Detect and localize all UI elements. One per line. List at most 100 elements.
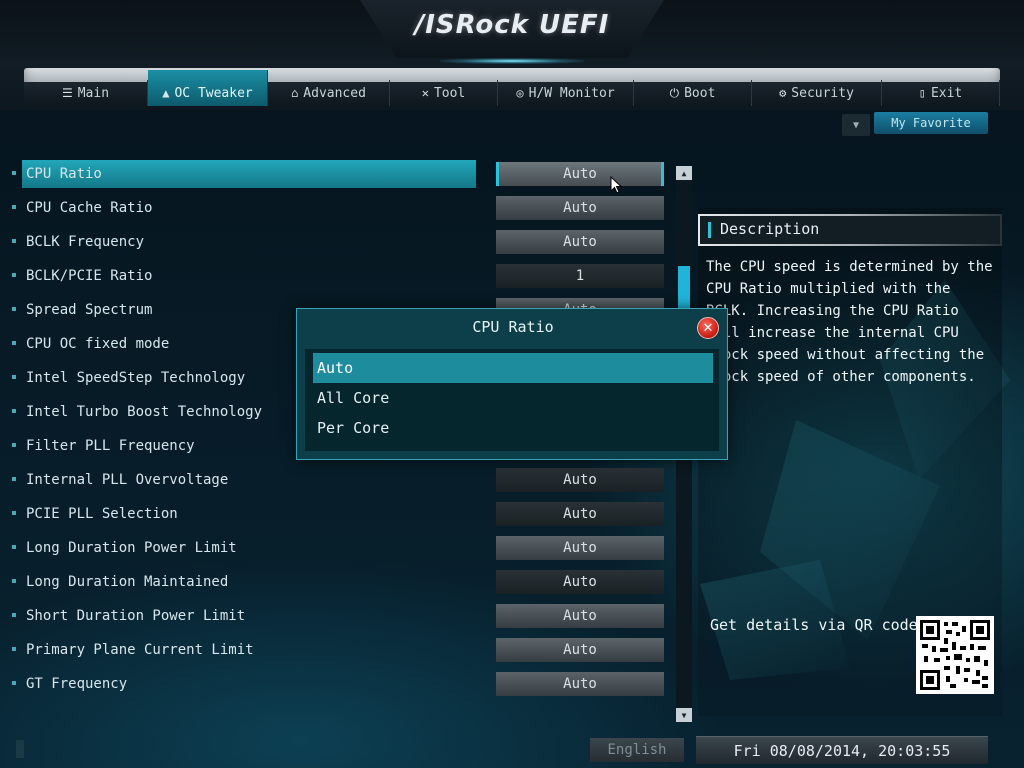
tab-label: Advanced [303, 85, 366, 101]
bullet-icon [12, 443, 16, 447]
setting-label: CPU Ratio [26, 166, 102, 182]
setting-label: Long Duration Maintained [26, 574, 229, 590]
setting-row[interactable]: CPU Cache Ratio Auto [10, 194, 670, 228]
bullet-icon [12, 545, 16, 549]
tab-icon: ◎ [516, 86, 524, 100]
tab-label: Exit [930, 85, 963, 101]
dialog-option-all-core[interactable]: All Core [313, 383, 713, 413]
bullet-icon [12, 375, 16, 379]
tab-icon: ✕ [421, 86, 429, 100]
dialog-option-list: Auto All Core Per Core [305, 349, 719, 451]
setting-row[interactable]: CPU Ratio Auto [10, 160, 670, 194]
qr-code-label: Get details via QR code [710, 616, 918, 634]
tab-icon: ⏻ [669, 85, 680, 100]
tab-boot[interactable]: ⏻ Boot [634, 80, 752, 106]
bullet-icon [12, 171, 16, 175]
bullet-icon [12, 239, 16, 243]
language-button[interactable]: English [590, 738, 684, 762]
setting-value-dropdown[interactable]: Auto [496, 196, 664, 220]
date-time-display: Fri 08/08/2014, 20:03:55 [696, 736, 988, 764]
setting-row[interactable]: Primary Plane Current Limit Auto [10, 636, 670, 670]
setting-row[interactable]: BCLK Frequency Auto [10, 228, 670, 262]
setting-label: Spread Spectrum [26, 302, 153, 318]
tab-label: Boot [684, 85, 716, 101]
setting-row[interactable]: Internal PLL Overvoltage Auto [10, 466, 670, 500]
tab-advanced[interactable]: ⌂ Advanced [268, 80, 390, 106]
setting-value-dropdown[interactable]: Auto [496, 638, 664, 662]
setting-value-dropdown[interactable]: 1 [496, 264, 664, 288]
setting-row[interactable]: Long Duration Power Limit Auto [10, 534, 670, 568]
description-text: The CPU speed is determined by the CPU R… [706, 259, 993, 385]
cpu-ratio-dialog: CPU Ratio ✕ Auto All Core Per Core [296, 308, 728, 460]
close-icon[interactable]: ✕ [697, 317, 719, 339]
setting-value-dropdown[interactable]: Auto [496, 502, 664, 526]
setting-label: GT Frequency [26, 676, 128, 692]
setting-label: Primary Plane Current Limit [26, 642, 254, 658]
bullet-icon [12, 205, 16, 209]
bullet-icon [12, 613, 16, 617]
setting-label: Internal PLL Overvoltage [26, 472, 229, 488]
tab-label: Tool [433, 85, 466, 101]
logo-glow [440, 58, 584, 64]
setting-label: Intel Turbo Boost Technology [26, 404, 263, 420]
setting-value-dropdown[interactable]: Auto [496, 230, 664, 254]
setting-label: BCLK/PCIE Ratio [26, 268, 153, 284]
footer-indicator [16, 740, 24, 758]
setting-row[interactable]: GT Frequency Auto [10, 670, 670, 704]
favorite-dropdown-icon[interactable]: ▼ [842, 114, 870, 136]
scrollbar-thumb[interactable] [678, 266, 690, 308]
setting-label: CPU OC fixed mode [26, 336, 170, 352]
qr-code [916, 616, 994, 694]
setting-row[interactable]: Short Duration Power Limit Auto [10, 602, 670, 636]
tab-security[interactable]: ⚙ Security [752, 80, 882, 106]
tab-label: OC Tweaker [174, 85, 253, 101]
dialog-title: CPU Ratio [472, 318, 554, 336]
bullet-icon [12, 273, 16, 277]
setting-label: PCIE PLL Selection [26, 506, 178, 522]
tab-exit[interactable]: ▯ Exit [882, 80, 1000, 106]
bullet-icon [12, 681, 16, 685]
setting-row[interactable]: BCLK/PCIE Ratio 1 [10, 262, 670, 296]
tab-h-w-monitor[interactable]: ◎ H/W Monitor [498, 80, 634, 106]
setting-row[interactable]: PCIE PLL Selection Auto [10, 500, 670, 534]
setting-value-dropdown[interactable]: Auto [496, 570, 664, 594]
setting-label: BCLK Frequency [26, 234, 145, 250]
tab-icon: ▯ [918, 86, 926, 100]
tab-icon: ▲ [162, 86, 170, 100]
my-favorite-button[interactable]: My Favorite [874, 112, 988, 134]
tab-label: H/W Monitor [528, 85, 615, 101]
tab-icon: ☰ [61, 86, 73, 100]
tab-tool[interactable]: ✕ Tool [390, 80, 498, 106]
setting-value-dropdown[interactable]: Auto [496, 468, 664, 492]
bullet-icon [12, 579, 16, 583]
setting-row[interactable]: Long Duration Maintained Auto [10, 568, 670, 602]
description-header-marker [708, 222, 711, 238]
scroll-up-icon[interactable]: ▲ [676, 166, 692, 180]
setting-value-dropdown[interactable]: Auto [496, 536, 664, 560]
tab-icon: ⌂ [291, 86, 299, 100]
bullet-icon [12, 341, 16, 345]
bullet-icon [12, 511, 16, 515]
setting-value-dropdown[interactable]: Auto [496, 604, 664, 628]
setting-label: Filter PLL Frequency [26, 438, 195, 454]
tab-oc-tweaker[interactable]: ▲ OC Tweaker [148, 70, 268, 106]
scroll-down-icon[interactable]: ▼ [676, 708, 692, 722]
dialog-option-auto[interactable]: Auto [313, 353, 713, 383]
dialog-option-per-core[interactable]: Per Core [313, 413, 713, 443]
setting-value-dropdown[interactable]: Auto [496, 162, 664, 186]
setting-value-dropdown[interactable]: Auto [496, 672, 664, 696]
qr-code-image [920, 620, 990, 690]
tab-label: Security [791, 85, 854, 101]
bullet-icon [12, 409, 16, 413]
bullet-icon [12, 647, 16, 651]
setting-label: Long Duration Power Limit [26, 540, 237, 556]
app-logo: /ISRock UEFI [414, 10, 610, 40]
description-title: Description [720, 220, 820, 238]
main-tabs: ☰ Main ▲ OC Tweaker ⌂ Advanced ✕ Tool ◎ H/W Monit… [24, 70, 1000, 106]
bullet-icon [12, 477, 16, 481]
setting-label: CPU Cache Ratio [26, 200, 153, 216]
setting-label: Intel SpeedStep Technology [26, 370, 246, 386]
setting-label: Short Duration Power Limit [26, 608, 246, 624]
mouse-cursor-icon [610, 176, 622, 194]
tab-main[interactable]: ☰ Main [24, 80, 148, 106]
